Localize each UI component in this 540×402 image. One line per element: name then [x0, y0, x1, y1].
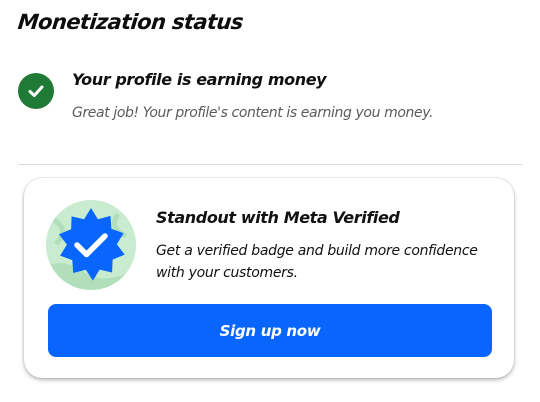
sign-up-button[interactable]: Sign up now	[48, 304, 492, 357]
section-divider	[18, 164, 522, 165]
status-subtext: Great job! Your profile's content is ear…	[72, 105, 434, 121]
monetization-status-row: Your profile is earning money Great job!…	[18, 68, 522, 132]
meta-verified-card: Standout with Meta Verified Get a verifi…	[24, 178, 514, 378]
promo-heading: Standout with Meta Verified	[156, 208, 400, 227]
promo-body: Get a verified badge and build more conf…	[156, 243, 478, 281]
check-circle-icon	[18, 73, 54, 109]
page-title: Monetization status	[16, 10, 245, 34]
verified-badge-icon	[46, 200, 136, 290]
status-heading: Your profile is earning money	[72, 70, 327, 89]
verified-badge-illustration	[46, 200, 136, 290]
